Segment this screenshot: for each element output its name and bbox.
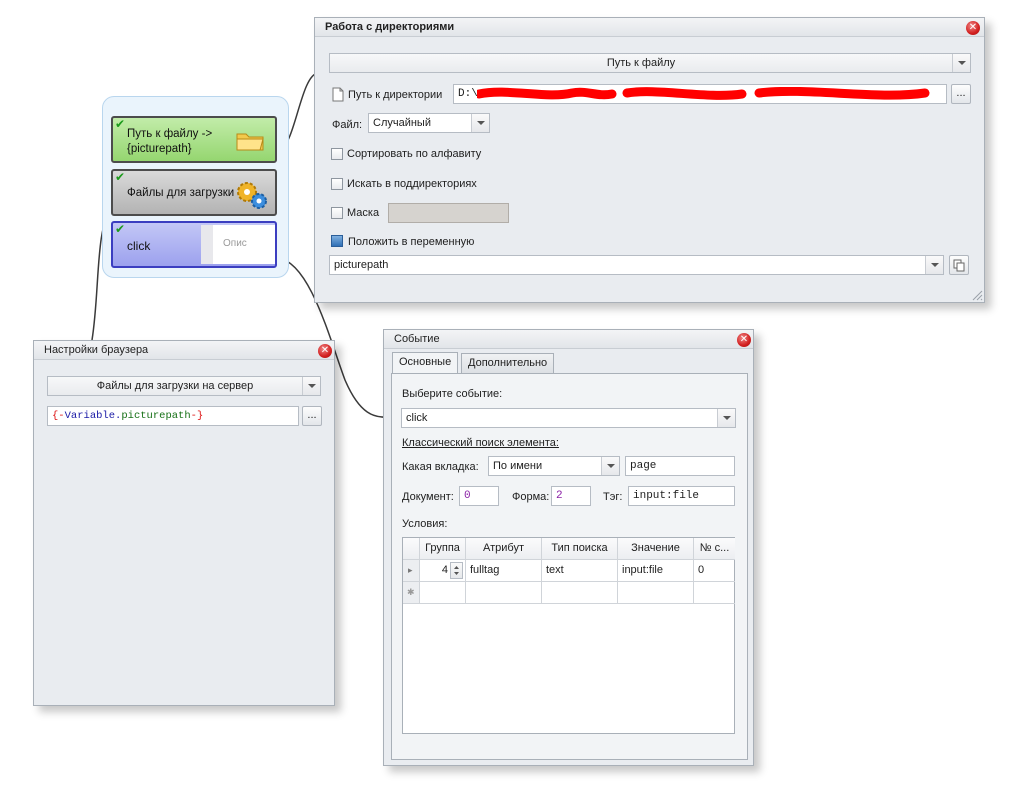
- copy-icon: [953, 259, 965, 272]
- file-label: Файл:: [332, 119, 363, 131]
- mask-input: [388, 203, 509, 223]
- chevron-down-icon[interactable]: [925, 256, 943, 274]
- close-icon[interactable]: ✕: [737, 333, 751, 347]
- flow-block-click[interactable]: ✔ click Опис: [111, 221, 277, 268]
- form-label: Форма:: [512, 491, 550, 503]
- event-window: Событие ✕ Основные Дополнительно Выберит…: [383, 329, 754, 766]
- group-spinner[interactable]: [450, 562, 463, 579]
- chevron-down-icon[interactable]: [601, 457, 619, 475]
- browser-action-select-value: Файлы для загрузки на сервер: [96, 380, 254, 392]
- redaction-mark: [477, 87, 930, 100]
- document-icon: [332, 87, 344, 102]
- window-title: Настройки браузера: [34, 341, 334, 360]
- flow-block-label: Файлы для загрузки: [127, 187, 235, 199]
- grid-row-indicator-header: [403, 538, 420, 560]
- new-row-cell[interactable]: [694, 582, 735, 604]
- directory-window: Работа с директориями ✕ Путь к файлу Пут…: [314, 17, 985, 303]
- flow-block-label: click: [127, 239, 151, 253]
- search-subdirs-label: Искать в поддиректориях: [347, 178, 477, 190]
- event-select-value: click: [406, 412, 428, 424]
- save-to-variable-checkbox[interactable]: [331, 235, 343, 247]
- tab-mode-select[interactable]: По имени: [488, 456, 620, 476]
- gears-icon: [237, 182, 267, 209]
- var-prefix: {-: [52, 410, 65, 422]
- event-select[interactable]: click: [401, 408, 736, 428]
- sort-alphabetically-checkbox[interactable]: [331, 148, 343, 160]
- mask-label: Маска: [347, 207, 380, 219]
- var-suffix: -}: [190, 410, 204, 422]
- upload-variable-input[interactable]: {-Variable.picturepath-}: [47, 406, 299, 426]
- document-input[interactable]: 0: [459, 486, 499, 506]
- variable-select[interactable]: picturepath: [329, 255, 944, 275]
- copy-variable-button[interactable]: [949, 255, 969, 275]
- sort-alphabetically-label: Сортировать по алфавиту: [347, 148, 482, 160]
- var-name: picturepath: [121, 410, 191, 422]
- tab-name-input[interactable]: page: [625, 456, 735, 476]
- browse-variable-button[interactable]: ...: [302, 406, 322, 426]
- check-icon: ✔: [115, 222, 126, 236]
- conditions-label: Условия:: [402, 518, 448, 530]
- spin-arrows-icon: [454, 566, 459, 575]
- window-title: Событие: [384, 330, 753, 349]
- classic-search-label: Классический поиск элемента:: [402, 437, 559, 449]
- action-select[interactable]: Путь к файлу: [329, 53, 971, 73]
- conditions-grid: Группа Атрибут Тип поиска Значение № с..…: [402, 537, 735, 734]
- close-icon[interactable]: ✕: [318, 344, 332, 358]
- table-row-value-cell[interactable]: input:file: [618, 560, 694, 582]
- mask-checkbox[interactable]: [331, 207, 343, 219]
- chevron-down-icon[interactable]: [717, 409, 735, 427]
- table-row-attribute-cell[interactable]: fulltag: [466, 560, 542, 582]
- choose-event-label: Выберите событие:: [402, 388, 503, 400]
- new-row-indicator[interactable]: ✱: [403, 582, 420, 604]
- chevron-down-icon[interactable]: [302, 377, 320, 395]
- chevron-down-icon[interactable]: [471, 114, 489, 132]
- grid-header-group[interactable]: Группа: [420, 538, 466, 560]
- table-row-number-cell[interactable]: 0: [694, 560, 735, 582]
- action-select-value: Путь к файлу: [606, 57, 676, 69]
- check-icon: ✔: [115, 117, 126, 131]
- preview-text: Опис: [223, 238, 247, 249]
- form-input[interactable]: 2: [551, 486, 591, 506]
- chevron-down-icon[interactable]: [952, 54, 970, 72]
- grid-header-search-type[interactable]: Тип поиска: [542, 538, 618, 560]
- tab-basic[interactable]: Основные: [392, 352, 459, 373]
- block-preview: Опис: [201, 225, 275, 264]
- new-row-cell[interactable]: [420, 582, 466, 604]
- new-row-cell[interactable]: [542, 582, 618, 604]
- search-subdirs-checkbox[interactable]: [331, 178, 343, 190]
- check-icon: ✔: [115, 170, 126, 184]
- table-row-search-type-cell[interactable]: text: [542, 560, 618, 582]
- browser-action-select[interactable]: Файлы для загрузки на сервер: [47, 376, 321, 396]
- new-row-cell[interactable]: [618, 582, 694, 604]
- document-label: Документ:: [402, 491, 454, 503]
- variable-select-value: picturepath: [334, 259, 389, 271]
- table-row-group-cell[interactable]: 4: [420, 560, 466, 582]
- close-icon[interactable]: ✕: [966, 21, 980, 35]
- group-value: 4: [441, 564, 448, 576]
- grid-header-number[interactable]: № с...: [694, 538, 735, 560]
- browser-settings-window: Настройки браузера ✕ Файлы для загрузки …: [33, 340, 335, 706]
- grid-header-attribute[interactable]: Атрибут: [466, 538, 542, 560]
- grid-header-value[interactable]: Значение: [618, 538, 694, 560]
- table-row-indicator[interactable]: ▸: [403, 560, 420, 582]
- window-title: Работа с директориями: [315, 18, 984, 37]
- new-row-cell[interactable]: [466, 582, 542, 604]
- browse-directory-button[interactable]: ...: [951, 84, 971, 104]
- var-keyword: Variable: [64, 410, 116, 422]
- flow-block-label: Путь к файлу -> {picturepath}: [127, 128, 213, 155]
- flow-block-upload-files[interactable]: ✔ Файлы для загрузки: [111, 169, 277, 216]
- folder-icon: [236, 133, 264, 151]
- save-to-variable-label: Положить в переменную: [348, 236, 475, 248]
- tag-label: Тэг:: [603, 491, 623, 503]
- tag-input[interactable]: input:file: [628, 486, 735, 506]
- file-select-value: Случайный: [373, 117, 431, 129]
- directory-path-label: Путь к директории: [348, 89, 443, 101]
- flow-block-file-path[interactable]: ✔ Путь к файлу -> {picturepath}: [111, 116, 277, 163]
- tab-advanced[interactable]: Дополнительно: [461, 353, 555, 373]
- resize-grip-icon[interactable]: [971, 289, 983, 301]
- which-tab-label: Какая вкладка:: [402, 461, 479, 473]
- file-select[interactable]: Случайный: [368, 113, 490, 133]
- directory-path-value: D:\: [458, 88, 478, 100]
- tab-mode-select-value: По имени: [493, 460, 543, 472]
